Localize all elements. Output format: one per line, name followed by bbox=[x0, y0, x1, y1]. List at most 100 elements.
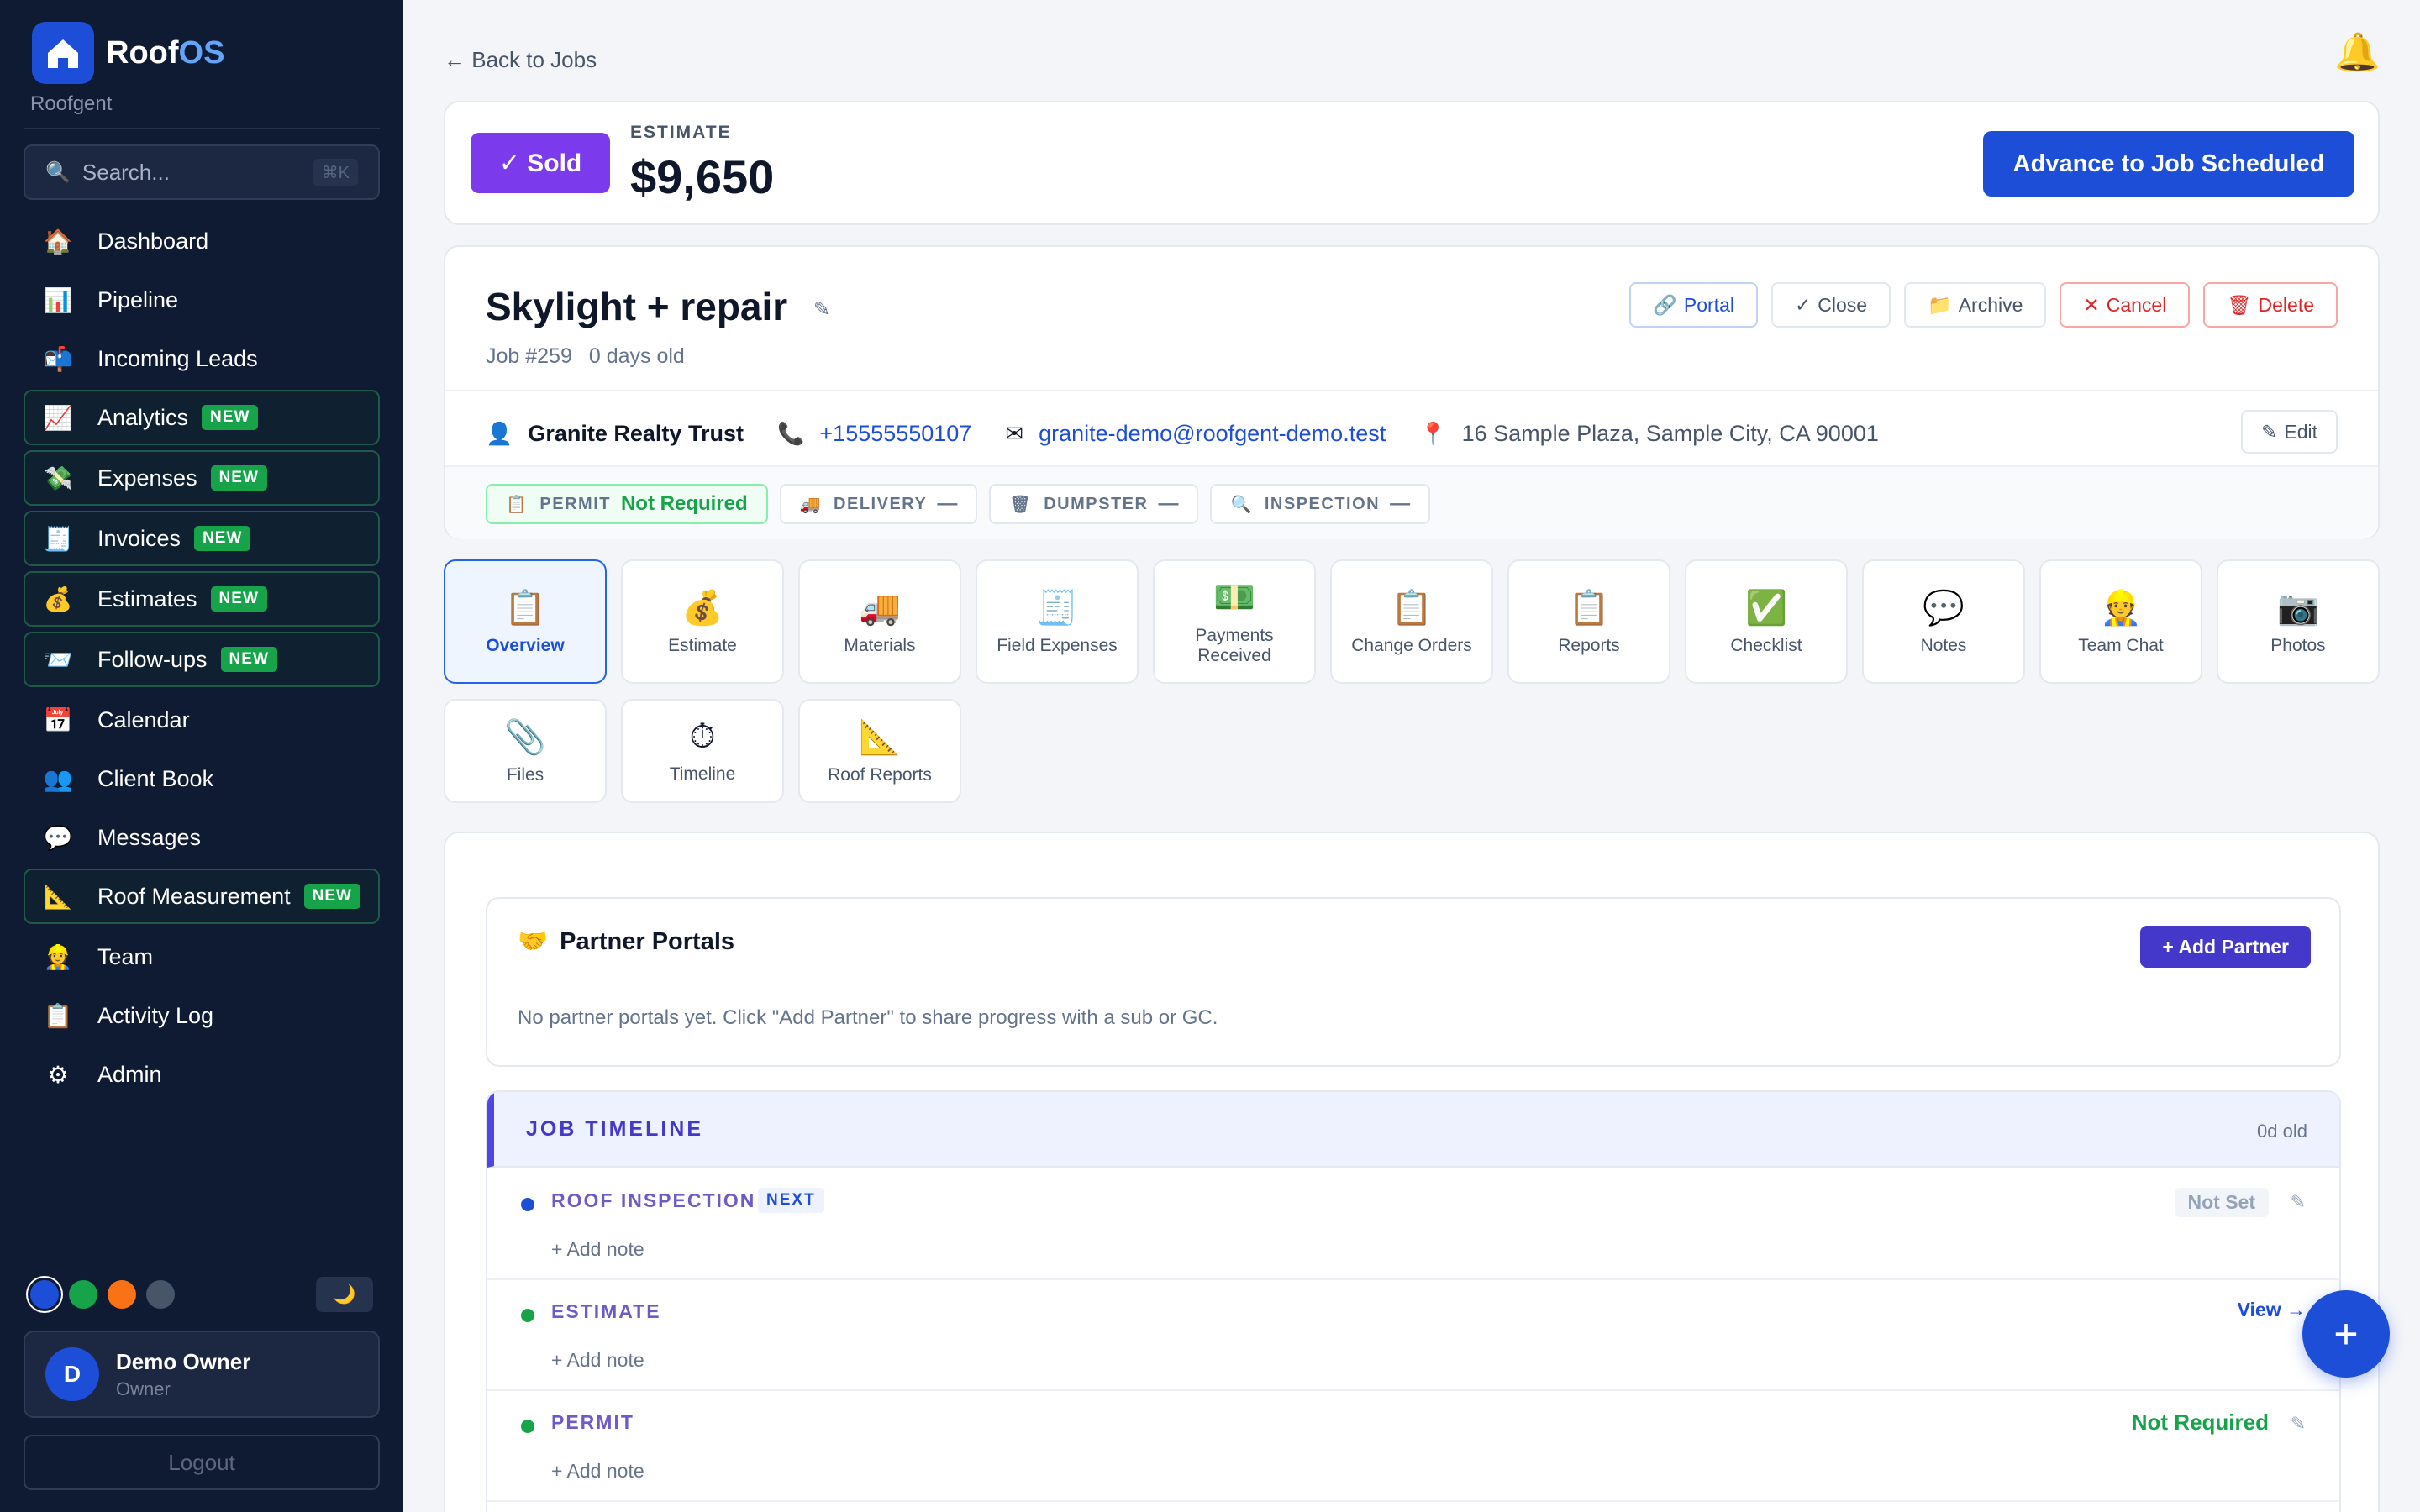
tab-label: Field Expenses bbox=[997, 635, 1118, 655]
cancel-job-button[interactable]: ✕ Cancel bbox=[2060, 282, 2191, 328]
bell-icon[interactable]: 🔔 bbox=[2334, 30, 2381, 74]
tab-photos[interactable]: 📷 Photos bbox=[2217, 559, 2380, 684]
tab-label: Checklist bbox=[1730, 635, 1802, 655]
tab-estimate[interactable]: 💰 Estimate bbox=[621, 559, 784, 684]
sidebar-item-admin[interactable]: ⚙ Admin bbox=[24, 1047, 380, 1102]
envelope-icon: ✉ bbox=[1005, 420, 1024, 446]
x-icon: ✕ bbox=[2083, 293, 2100, 316]
logistics-chips: 📋 PERMIT Not Required 🚚 DELIVERY — 🗑 DUMPSTER — 🔍… bbox=[486, 484, 1431, 524]
dashboard-icon: 🏠 bbox=[43, 228, 73, 255]
logistics-chip-permit[interactable]: 📋 PERMIT Not Required bbox=[486, 484, 768, 524]
sidebar-item-client-book[interactable]: 👥 Client Book bbox=[24, 751, 380, 806]
partner-portals-section: 🤝 Partner Portals + Add Partner No partne… bbox=[486, 897, 2341, 1067]
checklist-icon: ✅ bbox=[1745, 589, 1787, 627]
portal-button[interactable]: 🔗 Portal bbox=[1629, 282, 1758, 328]
contact-row: 👤 Granite Realty Trust 📞 +15555550107 ✉ … bbox=[486, 413, 2338, 454]
sidebar-item-team[interactable]: 👷 Team bbox=[24, 929, 380, 984]
add-fab-button[interactable]: + bbox=[2302, 1290, 2390, 1378]
chip-value: Not Required bbox=[620, 492, 748, 515]
pencil-icon: ✎ bbox=[2261, 420, 2278, 443]
theme-color-swatch[interactable] bbox=[30, 1280, 59, 1309]
tab-reports[interactable]: 📋 Reports bbox=[1507, 559, 1670, 684]
edit-status-pencil-icon[interactable]: ✎ bbox=[2291, 1413, 2306, 1435]
theme-color-swatch[interactable] bbox=[146, 1280, 175, 1309]
tab-label: Timeline bbox=[669, 764, 736, 784]
search-input[interactable]: 🔍 Search... ⌘K bbox=[24, 144, 380, 200]
sidebar-item-label: Dashboard bbox=[97, 228, 209, 254]
tab-checklist[interactable]: ✅ Checklist bbox=[1685, 559, 1848, 684]
sidebar-item-messages[interactable]: 💬 Messages bbox=[24, 810, 380, 865]
tab-roof-reports[interactable]: 📐 Roof Reports bbox=[798, 699, 961, 803]
edit-contact-button[interactable]: ✎ Edit bbox=[2241, 410, 2338, 454]
timeline-header: JOB TIMELINE 0d old bbox=[487, 1092, 2339, 1168]
sidebar-item-label: Roof Measurement bbox=[97, 883, 291, 909]
dark-mode-toggle[interactable]: 🌙 bbox=[316, 1277, 373, 1312]
estimate-icon: 💰 bbox=[681, 589, 723, 627]
close-job-button[interactable]: ✓ Close bbox=[1770, 282, 1891, 328]
payments-received-icon: 💵 bbox=[1213, 579, 1255, 617]
add-note-link[interactable]: + Add note bbox=[551, 1460, 644, 1483]
sidebar-item-expenses[interactable]: 💸 Expenses NEW bbox=[24, 450, 380, 506]
tab-timeline[interactable]: ⏱ Timeline bbox=[621, 699, 784, 803]
timeline-step-name: ESTIMATE bbox=[551, 1300, 661, 1322]
sidebar-item-roof-measurement[interactable]: 📐 Roof Measurement NEW bbox=[24, 869, 380, 924]
sidebar-item-incoming-leads[interactable]: 📬 Incoming Leads bbox=[24, 331, 380, 386]
add-note-link[interactable]: + Add note bbox=[551, 1349, 644, 1372]
user-card[interactable]: D Demo Owner Owner bbox=[24, 1331, 380, 1418]
new-badge: NEW bbox=[210, 586, 267, 612]
sidebar-item-calendar[interactable]: 📅 Calendar bbox=[24, 692, 380, 748]
edit-status-pencil-icon[interactable]: ✎ bbox=[2291, 1191, 2306, 1213]
logistics-chip-delivery[interactable]: 🚚 DELIVERY — bbox=[779, 484, 978, 524]
sidebar: RoofOS Roofgent 🔍 Search... ⌘K 🏠 Dashboar… bbox=[0, 0, 403, 1512]
client-phone-link[interactable]: +15555550107 bbox=[819, 421, 971, 447]
link-icon: 🔗 bbox=[1653, 293, 1677, 316]
logout-button[interactable]: Logout bbox=[24, 1435, 380, 1490]
timeline-title: JOB TIMELINE bbox=[526, 1117, 704, 1141]
back-to-jobs-link[interactable]: ← Back to Jobs bbox=[444, 47, 597, 73]
add-note-link[interactable]: + Add note bbox=[551, 1238, 644, 1261]
edit-title-pencil-icon[interactable]: ✎ bbox=[813, 297, 830, 322]
theme-color-swatch[interactable] bbox=[108, 1280, 136, 1309]
tab-materials[interactable]: 🚚 Materials bbox=[798, 559, 961, 684]
messages-icon: 💬 bbox=[43, 824, 73, 851]
client-email-link[interactable]: granite-demo@roofgent-demo.test bbox=[1039, 421, 1386, 447]
step-status: Not Set bbox=[2174, 1188, 2269, 1217]
logistics-chip-dumpster[interactable]: 🗑 DUMPSTER — bbox=[989, 484, 1199, 524]
tab-label: Team Chat bbox=[2078, 635, 2164, 655]
timeline-row: ROOF INSPECTION NEXT + Add note Not Set ✎ bbox=[487, 1169, 2339, 1280]
sidebar-item-label: Activity Log bbox=[97, 1002, 214, 1028]
sidebar-item-activity-log[interactable]: 📋 Activity Log bbox=[24, 988, 380, 1043]
sidebar-item-analytics[interactable]: 📈 Analytics NEW bbox=[24, 390, 380, 445]
sidebar-item-pipeline[interactable]: 📊 Pipeline bbox=[24, 272, 380, 328]
tab-files[interactable]: 📎 Files bbox=[444, 699, 607, 803]
view-estimate-link[interactable]: View → bbox=[2238, 1299, 2306, 1321]
tab-notes[interactable]: 💬 Notes bbox=[1862, 559, 2025, 684]
theme-color-swatch[interactable] bbox=[69, 1280, 97, 1309]
tab-label: Reports bbox=[1558, 635, 1620, 655]
tab-change-orders[interactable]: 📋 Change Orders bbox=[1330, 559, 1493, 684]
field-expenses-icon: 🧾 bbox=[1036, 589, 1078, 627]
tab-field-expenses[interactable]: 🧾 Field Expenses bbox=[976, 559, 1139, 684]
archive-button[interactable]: 📁 Archive bbox=[1904, 282, 2047, 328]
logistics-chip-inspection[interactable]: 🔍 INSPECTION — bbox=[1210, 484, 1431, 524]
brand[interactable]: RoofOS bbox=[32, 22, 224, 84]
status-dot bbox=[521, 1309, 534, 1322]
sidebar-item-label: Messages bbox=[97, 824, 202, 850]
status-badge[interactable]: ✓ Sold bbox=[471, 133, 610, 193]
sidebar-item-follow-ups[interactable]: 📨 Follow-ups NEW bbox=[24, 632, 380, 687]
advance-stage-button[interactable]: Advance to Job Scheduled bbox=[1983, 131, 2354, 197]
tab-team-chat[interactable]: 👷 Team Chat bbox=[2039, 559, 2202, 684]
tab-overview[interactable]: 📋 Overview bbox=[444, 559, 607, 684]
next-badge: NEXT bbox=[758, 1188, 824, 1213]
sidebar-item-dashboard[interactable]: 🏠 Dashboard bbox=[24, 213, 380, 269]
sidebar-item-estimates[interactable]: 💰 Estimates NEW bbox=[24, 571, 380, 627]
add-partner-button[interactable]: + Add Partner bbox=[2140, 926, 2311, 968]
tab-payments-received[interactable]: 💵 Payments Received bbox=[1153, 559, 1316, 684]
delete-job-button[interactable]: 🗑 Delete bbox=[2203, 282, 2338, 328]
new-badge: NEW bbox=[202, 405, 259, 430]
status-card: ✓ Sold ESTIMATE $9,650 Advance to Job Sc… bbox=[444, 101, 2380, 225]
sidebar-item-invoices[interactable]: 🧾 Invoices NEW bbox=[24, 511, 380, 566]
status-dot bbox=[521, 1420, 534, 1433]
chip-value: — bbox=[1158, 492, 1179, 515]
job-number: Job #259 bbox=[486, 344, 572, 368]
